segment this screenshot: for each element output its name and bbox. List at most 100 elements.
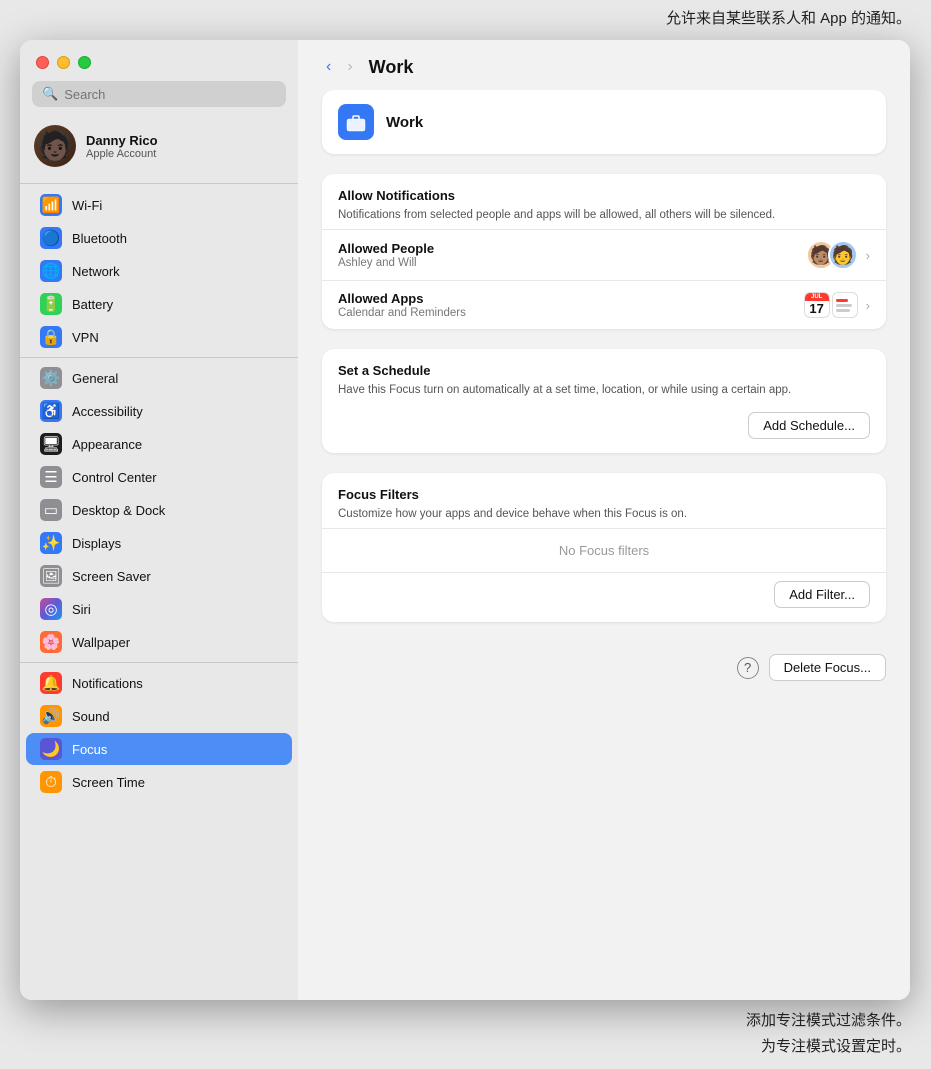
delete-focus-button[interactable]: Delete Focus... xyxy=(769,654,886,681)
sidebar-item-siri[interactable]: ◎Siri xyxy=(26,593,292,625)
allowed-apps-info: Allowed Apps Calendar and Reminders xyxy=(338,291,804,319)
network-icon: 🌐 xyxy=(40,260,62,282)
sidebar: 🔍 🧑🏿 Danny Rico Apple Account 📶 Wi-Fi 🔵 Blu… xyxy=(20,40,298,1000)
main-content: ‹ › Work Work Allow Not xyxy=(298,40,910,1000)
appearance-icon: 🖥 xyxy=(40,433,62,455)
sidebar-label-desktopdock: Desktop & Dock xyxy=(72,503,165,518)
user-subtitle: Apple Account xyxy=(86,148,158,160)
back-button[interactable]: ‹ xyxy=(322,56,335,78)
sidebar-label-vpn: VPN xyxy=(72,330,99,345)
allow-notifications-header: Allow Notifications Notifications from s… xyxy=(322,174,886,229)
delete-row: ? Delete Focus... xyxy=(322,642,886,693)
sidebar-item-wallpaper[interactable]: 🌸 Wallpaper xyxy=(26,626,292,658)
sidebar-item-appearance[interactable]: 🖥Appearance xyxy=(26,428,292,460)
sidebar-item-sound[interactable]: 🔊Sound xyxy=(26,700,292,732)
sidebar-label-screentime: Screen Time xyxy=(72,775,145,790)
schedule-desc: Have this Focus turn on automatically at… xyxy=(338,382,870,398)
help-button[interactable]: ? xyxy=(737,657,759,679)
sidebar-item-screensaver[interactable]: 🖼Screen Saver xyxy=(26,560,292,592)
annotation-bottom-line2: 为专注模式设置定时。 xyxy=(746,1034,911,1060)
allow-notifications-title: Allow Notifications xyxy=(338,188,870,203)
search-icon: 🔍 xyxy=(42,86,58,102)
schedule-section: Set a Schedule Have this Focus turn on a… xyxy=(322,349,886,453)
sidebar-items-container: 📶 Wi-Fi 🔵 Bluetooth 🌐 Network 🔋Battery 🔒 VPN ⚙️Ge… xyxy=(20,188,298,802)
sidebar-label-controlcenter: Control Center xyxy=(72,470,157,485)
sidebar-item-focus[interactable]: 🌙 Focus xyxy=(26,733,292,765)
user-profile[interactable]: 🧑🏿 Danny Rico Apple Account xyxy=(20,117,298,179)
filters-footer: Add Filter... xyxy=(322,572,886,622)
sidebar-item-screentime[interactable]: ⏱Screen Time xyxy=(26,766,292,798)
filters-section: Focus Filters Customize how your apps an… xyxy=(322,473,886,622)
sidebar-label-notifications: Notifications xyxy=(72,676,143,691)
allowed-people-subtitle: Ashley and Will xyxy=(338,257,806,269)
filters-desc: Customize how your apps and device behav… xyxy=(338,506,870,522)
sidebar-item-battery[interactable]: 🔋Battery xyxy=(26,288,292,320)
sidebar-label-wifi: Wi-Fi xyxy=(72,198,102,213)
displays-icon: ✨ xyxy=(40,532,62,554)
page-title: Work xyxy=(369,57,414,78)
controlcenter-icon: ☰ xyxy=(40,466,62,488)
sidebar-item-accessibility[interactable]: ♿ Accessibility xyxy=(26,395,292,427)
schedule-header: Set a Schedule Have this Focus turn on a… xyxy=(322,349,886,404)
sidebar-label-wallpaper: Wallpaper xyxy=(72,635,130,650)
sidebar-label-bluetooth: Bluetooth xyxy=(72,231,127,246)
add-filter-button[interactable]: Add Filter... xyxy=(774,581,870,608)
bluetooth-icon: 🔵 xyxy=(40,227,62,249)
wallpaper-icon: 🌸 xyxy=(40,631,62,653)
sidebar-item-bluetooth[interactable]: 🔵 Bluetooth xyxy=(26,222,292,254)
allowed-apps-row[interactable]: Allowed Apps Calendar and Reminders JUL … xyxy=(322,280,886,329)
search-input[interactable] xyxy=(64,87,276,102)
allowed-apps-subtitle: Calendar and Reminders xyxy=(338,307,804,319)
sidebar-label-accessibility: Accessibility xyxy=(72,404,143,419)
minimize-button[interactable] xyxy=(57,56,70,69)
sidebar-label-screensaver: Screen Saver xyxy=(72,569,151,584)
search-bar[interactable]: 🔍 xyxy=(32,81,286,107)
allowed-people-right: 🧑🏽 🧑 › xyxy=(806,240,870,270)
calendar-icon-small: JUL 17 xyxy=(804,292,830,318)
vpn-icon: 🔒 xyxy=(40,326,62,348)
sidebar-item-desktopdock[interactable]: ▭ Desktop & Dock xyxy=(26,494,292,526)
focus-icon: 🌙 xyxy=(40,738,62,760)
sidebar-divider-2 xyxy=(20,357,298,358)
filters-header: Focus Filters Customize how your apps an… xyxy=(322,473,886,528)
forward-button[interactable]: › xyxy=(343,56,356,78)
allow-notifications-section: Allow Notifications Notifications from s… xyxy=(322,174,886,329)
sidebar-divider-1 xyxy=(20,183,298,184)
no-filters-placeholder: No Focus filters xyxy=(322,528,886,572)
sidebar-item-network[interactable]: 🌐 Network xyxy=(26,255,292,287)
add-schedule-button[interactable]: Add Schedule... xyxy=(748,412,870,439)
sidebar-item-notifications[interactable]: 🔔 Notifications xyxy=(26,667,292,699)
window-controls xyxy=(20,40,298,81)
main-window: 🔍 🧑🏿 Danny Rico Apple Account 📶 Wi-Fi 🔵 Blu… xyxy=(20,40,910,1000)
wifi-icon: 📶 xyxy=(40,194,62,216)
desktopdock-icon: ▭ xyxy=(40,499,62,521)
user-name: Danny Rico xyxy=(86,133,158,148)
reminder-line-3 xyxy=(836,309,850,312)
sidebar-label-displays: Displays xyxy=(72,536,121,551)
sidebar-item-general[interactable]: ⚙️General xyxy=(26,362,292,394)
filters-title: Focus Filters xyxy=(338,487,870,502)
sidebar-item-vpn[interactable]: 🔒 VPN xyxy=(26,321,292,353)
annotation-bottom: 添加专注模式过滤条件。 为专注模式设置定时。 xyxy=(746,1008,911,1059)
maximize-button[interactable] xyxy=(78,56,91,69)
sidebar-divider-3 xyxy=(20,662,298,663)
schedule-title: Set a Schedule xyxy=(338,363,870,378)
allowed-people-row[interactable]: Allowed People Ashley and Will 🧑🏽 🧑 › xyxy=(322,229,886,280)
sidebar-label-sound: Sound xyxy=(72,709,110,724)
allowed-apps-right: JUL 17 › xyxy=(804,292,870,318)
accessibility-icon: ♿ xyxy=(40,400,62,422)
sidebar-label-focus: Focus xyxy=(72,742,107,757)
content-body: Work Allow Notifications Notifications f… xyxy=(298,90,910,1000)
focus-card-title: Work xyxy=(386,114,423,131)
focus-card-icon xyxy=(338,104,374,140)
avatar: 🧑🏿 xyxy=(34,125,76,167)
close-button[interactable] xyxy=(36,56,49,69)
content-header: ‹ › Work xyxy=(298,40,910,90)
sidebar-label-network: Network xyxy=(72,264,120,279)
sidebar-item-controlcenter[interactable]: ☰ Control Center xyxy=(26,461,292,493)
sidebar-item-displays[interactable]: ✨ Displays xyxy=(26,527,292,559)
annotation-bottom-line1: 添加专注模式过滤条件。 xyxy=(746,1008,911,1034)
sidebar-item-wifi[interactable]: 📶 Wi-Fi xyxy=(26,189,292,221)
siri-icon: ◎ xyxy=(40,598,62,620)
notifications-icon: 🔔 xyxy=(40,672,62,694)
